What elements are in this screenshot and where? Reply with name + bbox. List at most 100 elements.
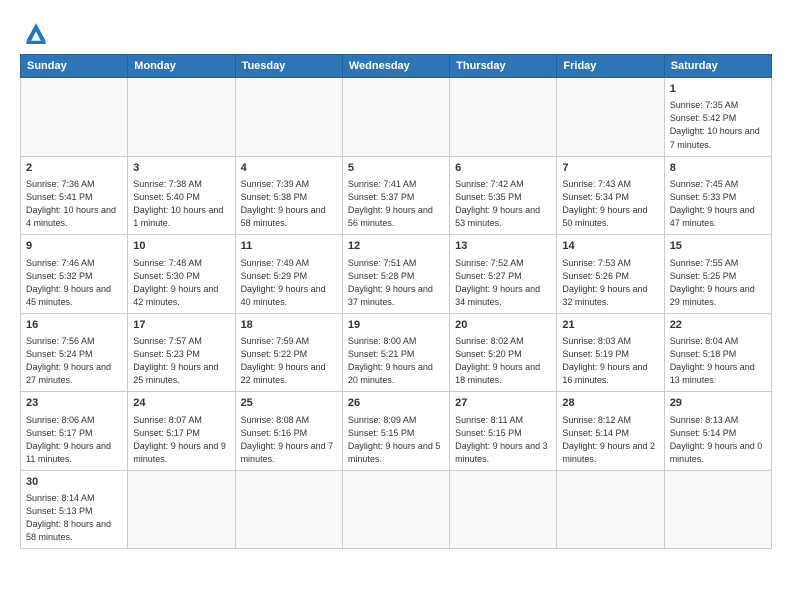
day-number: 18 (241, 318, 337, 333)
table-row: 1 Sunrise: 7:35 AM Sunset: 5:42 PM Daylig… (664, 78, 771, 157)
table-row (342, 78, 449, 157)
table-row: 21 Sunrise: 8:03 AM Sunset: 5:19 PM Dayli… (557, 313, 664, 392)
table-row: 29Sunrise: 8:13 AM Sunset: 5:14 PM Dayli… (664, 392, 771, 471)
table-row: 26 Sunrise: 8:09 AM Sunset: 5:15 PM Dayli… (342, 392, 449, 471)
day-info: Sunrise: 7:35 AM Sunset: 5:42 PM Dayligh… (670, 99, 766, 151)
day-info: Sunrise: 7:49 AM Sunset: 5:29 PM Dayligh… (241, 257, 337, 309)
day-info: Sunrise: 7:59 AM Sunset: 5:22 PM Dayligh… (241, 335, 337, 387)
header-monday: Monday (128, 55, 235, 78)
day-number: 26 (348, 396, 444, 411)
day-number: 6 (455, 161, 551, 176)
day-number: 24 (133, 396, 229, 411)
day-info: Sunrise: 7:48 AM Sunset: 5:30 PM Dayligh… (133, 257, 229, 309)
day-number: 16 (26, 318, 122, 333)
table-row: 12Sunrise: 7:51 AM Sunset: 5:28 PM Dayli… (342, 235, 449, 314)
table-row: 16 Sunrise: 7:56 AM Sunset: 5:24 PM Dayli… (21, 313, 128, 392)
day-number: 28 (562, 396, 658, 411)
day-info: Sunrise: 8:07 AM Sunset: 5:17 PM Dayligh… (133, 414, 229, 466)
day-number: 10 (133, 239, 229, 254)
table-row (664, 470, 771, 549)
calendar-header-row: Sunday Monday Tuesday Wednesday Thursday… (21, 55, 772, 78)
table-row: 23 Sunrise: 8:06 AM Sunset: 5:17 PM Dayli… (21, 392, 128, 471)
day-number: 8 (670, 161, 766, 176)
table-row: 9 Sunrise: 7:46 AM Sunset: 5:32 PM Daylig… (21, 235, 128, 314)
table-row: 3 Sunrise: 7:38 AM Sunset: 5:40 PM Daylig… (128, 156, 235, 235)
day-number: 9 (26, 239, 122, 254)
day-number: 21 (562, 318, 658, 333)
day-info: Sunrise: 8:00 AM Sunset: 5:21 PM Dayligh… (348, 335, 444, 387)
table-row: 15 Sunrise: 7:55 AM Sunset: 5:25 PM Dayli… (664, 235, 771, 314)
header-friday: Friday (557, 55, 664, 78)
table-row: 13 Sunrise: 7:52 AM Sunset: 5:27 PM Dayli… (450, 235, 557, 314)
table-row (21, 78, 128, 157)
day-info: Sunrise: 8:08 AM Sunset: 5:16 PM Dayligh… (241, 414, 337, 466)
table-row: 18 Sunrise: 7:59 AM Sunset: 5:22 PM Dayli… (235, 313, 342, 392)
day-info: Sunrise: 7:41 AM Sunset: 5:37 PM Dayligh… (348, 178, 444, 230)
table-row (342, 470, 449, 549)
header-saturday: Saturday (664, 55, 771, 78)
day-number: 1 (670, 82, 766, 97)
day-number: 30 (26, 475, 122, 490)
day-info: Sunrise: 7:36 AM Sunset: 5:41 PM Dayligh… (26, 178, 122, 230)
day-info: Sunrise: 8:13 AM Sunset: 5:14 PM Dayligh… (670, 414, 766, 466)
day-info: Sunrise: 8:06 AM Sunset: 5:17 PM Dayligh… (26, 414, 122, 466)
day-number: 2 (26, 161, 122, 176)
day-info: Sunrise: 8:14 AM Sunset: 5:13 PM Dayligh… (26, 492, 122, 544)
table-row: 25 Sunrise: 8:08 AM Sunset: 5:16 PM Dayli… (235, 392, 342, 471)
table-row (235, 78, 342, 157)
header (20, 18, 772, 46)
day-info: Sunrise: 7:43 AM Sunset: 5:34 PM Dayligh… (562, 178, 658, 230)
day-number: 4 (241, 161, 337, 176)
table-row: 22 Sunrise: 8:04 AM Sunset: 5:18 PM Dayli… (664, 313, 771, 392)
table-row: 10 Sunrise: 7:48 AM Sunset: 5:30 PM Dayli… (128, 235, 235, 314)
day-number: 25 (241, 396, 337, 411)
header-wednesday: Wednesday (342, 55, 449, 78)
table-row: 19 Sunrise: 8:00 AM Sunset: 5:21 PM Dayli… (342, 313, 449, 392)
day-number: 3 (133, 161, 229, 176)
table-row: 8 Sunrise: 7:45 AM Sunset: 5:33 PM Daylig… (664, 156, 771, 235)
day-info: Sunrise: 7:52 AM Sunset: 5:27 PM Dayligh… (455, 257, 551, 309)
day-number: 14 (562, 239, 658, 254)
day-info: Sunrise: 8:02 AM Sunset: 5:20 PM Dayligh… (455, 335, 551, 387)
day-number: 27 (455, 396, 551, 411)
general-blue-logo-icon (20, 18, 52, 46)
day-info: Sunrise: 8:03 AM Sunset: 5:19 PM Dayligh… (562, 335, 658, 387)
day-info: Sunrise: 8:11 AM Sunset: 5:15 PM Dayligh… (455, 414, 551, 466)
table-row (128, 78, 235, 157)
day-info: Sunrise: 7:53 AM Sunset: 5:26 PM Dayligh… (562, 257, 658, 309)
day-number: 13 (455, 239, 551, 254)
day-info: Sunrise: 7:45 AM Sunset: 5:33 PM Dayligh… (670, 178, 766, 230)
table-row: 7Sunrise: 7:43 AM Sunset: 5:34 PM Daylig… (557, 156, 664, 235)
table-row (450, 470, 557, 549)
day-info: Sunrise: 8:12 AM Sunset: 5:14 PM Dayligh… (562, 414, 658, 466)
table-row: 17Sunrise: 7:57 AM Sunset: 5:23 PM Dayli… (128, 313, 235, 392)
page: Sunday Monday Tuesday Wednesday Thursday… (0, 0, 792, 612)
day-info: Sunrise: 7:56 AM Sunset: 5:24 PM Dayligh… (26, 335, 122, 387)
day-info: Sunrise: 7:42 AM Sunset: 5:35 PM Dayligh… (455, 178, 551, 230)
day-info: Sunrise: 7:57 AM Sunset: 5:23 PM Dayligh… (133, 335, 229, 387)
header-thursday: Thursday (450, 55, 557, 78)
header-sunday: Sunday (21, 55, 128, 78)
table-row (557, 78, 664, 157)
table-row: 20Sunrise: 8:02 AM Sunset: 5:20 PM Dayli… (450, 313, 557, 392)
day-info: Sunrise: 8:09 AM Sunset: 5:15 PM Dayligh… (348, 414, 444, 466)
day-number: 12 (348, 239, 444, 254)
day-number: 22 (670, 318, 766, 333)
table-row: 27 Sunrise: 8:11 AM Sunset: 5:15 PM Dayli… (450, 392, 557, 471)
day-number: 15 (670, 239, 766, 254)
day-info: Sunrise: 7:46 AM Sunset: 5:32 PM Dayligh… (26, 257, 122, 309)
table-row (557, 470, 664, 549)
day-info: Sunrise: 7:38 AM Sunset: 5:40 PM Dayligh… (133, 178, 229, 230)
day-info: Sunrise: 7:55 AM Sunset: 5:25 PM Dayligh… (670, 257, 766, 309)
day-number: 23 (26, 396, 122, 411)
table-row: 4 Sunrise: 7:39 AM Sunset: 5:38 PM Daylig… (235, 156, 342, 235)
header-tuesday: Tuesday (235, 55, 342, 78)
table-row: 6 Sunrise: 7:42 AM Sunset: 5:35 PM Daylig… (450, 156, 557, 235)
table-row: 2 Sunrise: 7:36 AM Sunset: 5:41 PM Daylig… (21, 156, 128, 235)
table-row: 24 Sunrise: 8:07 AM Sunset: 5:17 PM Dayli… (128, 392, 235, 471)
day-number: 11 (241, 239, 337, 254)
day-number: 19 (348, 318, 444, 333)
day-info: Sunrise: 7:39 AM Sunset: 5:38 PM Dayligh… (241, 178, 337, 230)
day-info: Sunrise: 8:04 AM Sunset: 5:18 PM Dayligh… (670, 335, 766, 387)
table-row: 5Sunrise: 7:41 AM Sunset: 5:37 PM Daylig… (342, 156, 449, 235)
